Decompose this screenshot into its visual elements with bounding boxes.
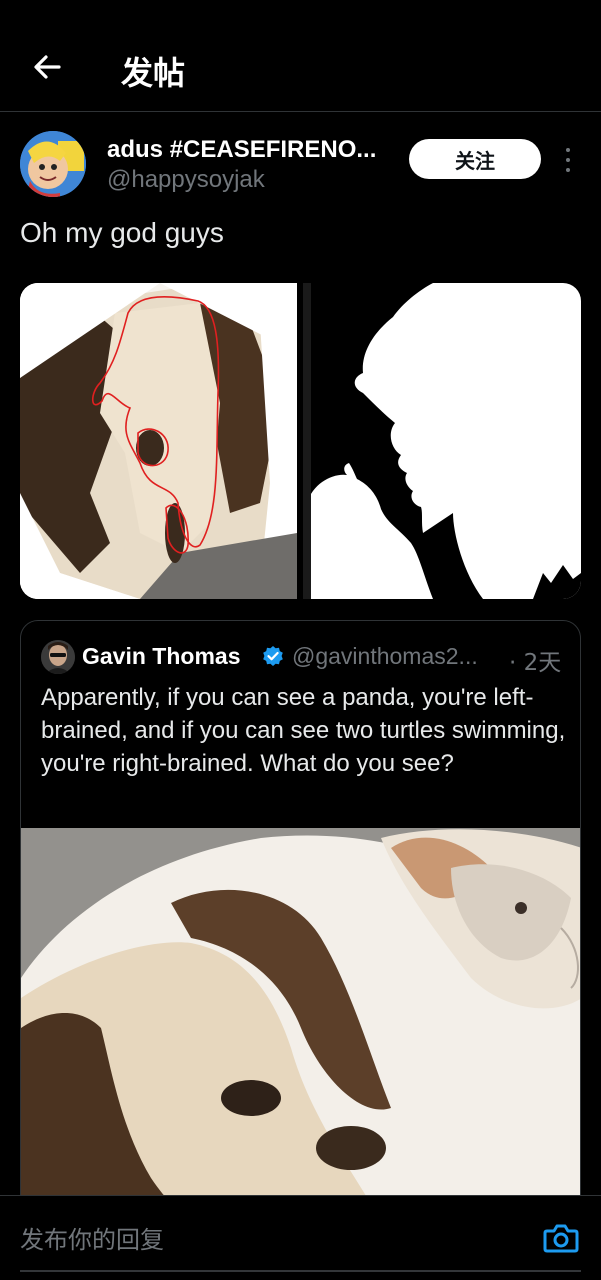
back-button[interactable]	[24, 44, 70, 90]
quote-image-cat[interactable]	[21, 828, 580, 1219]
reply-input[interactable]	[20, 1218, 520, 1262]
silhouette-image	[303, 283, 581, 599]
page-title: 发帖	[121, 54, 186, 92]
author-avatar[interactable]	[20, 131, 86, 197]
quote-author-handle: @gavinthomas2...	[292, 643, 478, 669]
cat-photo	[21, 828, 580, 1219]
avatar-image	[41, 640, 75, 674]
more-options-button[interactable]	[556, 145, 580, 175]
reply-bar	[0, 1195, 601, 1280]
quote-author-avatar	[41, 640, 75, 674]
camera-icon	[543, 1224, 579, 1253]
dot	[566, 158, 570, 162]
quote-author-name: Gavin Thomas	[82, 643, 241, 669]
avatar-image	[20, 131, 86, 197]
tweet-image-silhouette[interactable]	[303, 283, 581, 599]
author-handle[interactable]: @happysoyjak	[107, 166, 265, 194]
follow-button[interactable]: 关注	[409, 139, 541, 179]
quote-timestamp: · 2天	[509, 650, 562, 676]
tweet-media-grid	[20, 283, 581, 599]
author-name[interactable]: adus #CEASEFIRENO...	[107, 136, 392, 164]
verified-badge-icon	[262, 645, 284, 667]
dot	[566, 148, 570, 152]
top-bar: 发帖	[0, 0, 601, 112]
quoted-tweet-card[interactable]: Gavin Thomas @gavinthomas2... · 2天 Appar…	[20, 620, 581, 1220]
quote-text: Apparently, if you can see a panda, you'…	[41, 684, 566, 777]
back-arrow-icon	[34, 55, 61, 79]
tweet-text: Oh my god guys	[20, 217, 224, 248]
tweet-image-cat-outline[interactable]	[20, 283, 297, 599]
reply-underline	[20, 1270, 581, 1272]
camera-button[interactable]	[541, 1218, 581, 1258]
cat-fur-rotated-image	[20, 283, 297, 599]
dot	[566, 168, 570, 172]
